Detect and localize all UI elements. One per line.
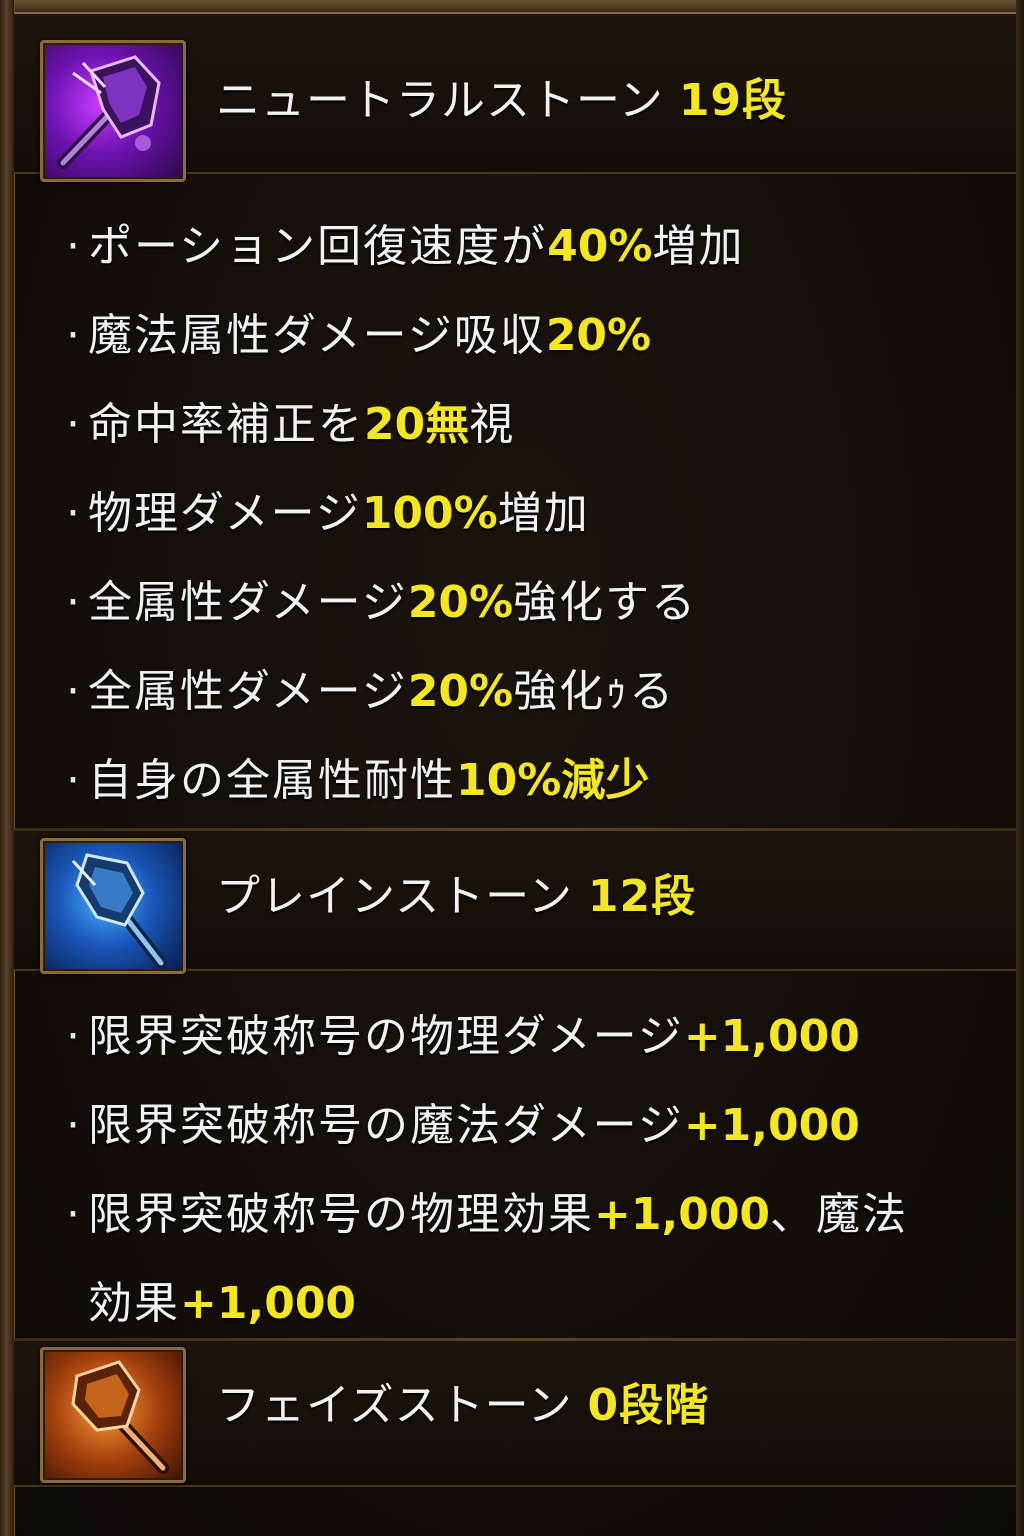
bullet: · [66,221,82,272]
neutral-stone-title: ニュートラルストーン 19段 [216,64,787,128]
panel: ニュートラルストーン 19段 · ポーション回復速度が40%増加 · 魔法属性ダメー… [0,0,1024,1536]
axe-neutral-purple-icon [57,55,161,169]
plain-stone-name: プレインストーン [216,871,573,922]
bullet: · [66,755,82,806]
plain-effect-3: · 限界突破称号の物理効果+1,000、魔法 [60,1178,908,1242]
frame-right-border [1016,0,1024,1536]
plain-stone-title: プレインストーン 12段 [216,860,696,924]
plain-stone-level: 12段 [587,871,697,922]
bullet: · [66,488,82,539]
neutral-effect-4: · 物理ダメージ100%増加 [60,477,590,541]
bullet: · [66,1011,82,1062]
neutral-stone-level: 19段 [678,75,788,126]
phase-stone-icon-frame[interactable] [40,1347,186,1483]
axe-phase-orange-icon [71,1360,169,1474]
phase-stone-level: 0段階 [587,1380,710,1431]
top-banner [0,0,1024,14]
plain-effect-1: · 限界突破称号の物理ダメージ+1,000 [60,1000,860,1064]
neutral-effect-3: · 命中率補正を20無視 [60,388,515,452]
phase-stone-title: フェイズストーン 0段階 [216,1369,709,1433]
plain-stone-icon-frame[interactable] [40,838,186,974]
phase-stone-name: フェイズストーン [216,1380,573,1431]
axe-plain-blue-icon [71,853,167,969]
neutral-effect-7: · 自身の全属性耐性10%減少 [60,744,649,808]
bullet: · [66,666,82,717]
bullet: · [66,399,82,450]
bullet: · [66,1189,82,1240]
neutral-stone-icon-frame[interactable] [40,40,186,182]
bullet: · [66,577,82,628]
plain-effect-3-continued: 効果+1,000 [88,1278,357,1329]
bullet: · [66,310,82,361]
neutral-effect-5: · 全属性ダメージ20%強化する [60,566,697,630]
neutral-stone-name: ニュートラルストーン [216,75,664,126]
plain-effect-2: · 限界突破称号の魔法ダメージ+1,000 [60,1089,860,1153]
neutral-effect-2: · 魔法属性ダメージ吸収20% [60,299,651,363]
bullet: · [66,1100,82,1151]
neutral-effect-1: · ポーション回復速度が40%増加 [60,210,744,274]
frame-left-border [0,0,15,1536]
neutral-effect-6: · 全属性ダメージ20%強化ｩる [60,655,675,719]
